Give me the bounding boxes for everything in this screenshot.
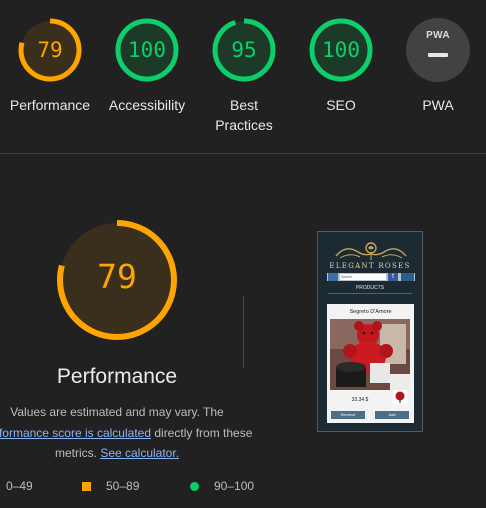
facebook-icon: f	[388, 273, 398, 281]
score-ring: 100	[115, 18, 179, 82]
legend-pass: 90–100	[190, 479, 254, 493]
section-divider	[0, 153, 486, 154]
gauge-label: PWA	[422, 97, 454, 113]
orange-square-icon	[82, 482, 91, 491]
brand-name: ELEGANT ROSES	[329, 262, 411, 270]
score-value: 100	[128, 38, 166, 62]
gauge-seo[interactable]: 100 SEO	[291, 18, 391, 115]
pwa-badge-text: PWA	[426, 30, 450, 41]
score-value: 79	[37, 38, 63, 62]
vertical-divider	[243, 296, 244, 368]
filter-icon	[328, 273, 338, 281]
product-card: Segreto D'Amore 33.34 $ Remove Add	[327, 304, 414, 423]
gauge-best-practices[interactable]: 95 Best Practices	[194, 18, 294, 135]
products-heading: PRODUCTS	[355, 285, 385, 291]
legend-range: 90–100	[214, 479, 255, 493]
legend-average: 50–89	[82, 479, 139, 493]
score-ring: 95	[212, 18, 276, 82]
add-button[interactable]: Add	[375, 411, 409, 419]
score-ring: 79	[18, 18, 82, 82]
product-name: Segreto D'Amore	[349, 309, 392, 315]
gauge-performance[interactable]: 79 Performance	[0, 18, 100, 115]
product-photo	[330, 319, 410, 390]
site-search: Search	[340, 274, 386, 280]
description-text: Values are estimated and may vary. The	[10, 405, 224, 419]
performance-score: 79	[97, 257, 137, 296]
performance-gauge-large: 79	[55, 218, 179, 342]
gauge-label: Performance	[9, 97, 91, 113]
category-scores: 79 Performance 100 Accessibility 95 Best…	[0, 0, 486, 153]
performance-title: Performance	[56, 365, 178, 388]
pwa-dash-icon	[428, 53, 448, 57]
cart-icon	[401, 273, 414, 281]
gauge-accessibility[interactable]: 100 Accessibility	[97, 18, 197, 115]
gauge-label: Accessibility	[108, 97, 186, 113]
score-ring: 100	[309, 18, 373, 82]
legend-fail: 0–49	[6, 479, 33, 493]
gauge-pwa[interactable]: PWA PWA	[388, 18, 486, 115]
gauge-label: SEO	[326, 97, 356, 113]
final-screenshot-thumbnail[interactable]: ELEGANT ROSES Search f PRODUCTS Segreto …	[317, 231, 423, 432]
see-calculator-link[interactable]: See calculator.	[100, 446, 179, 460]
product-price: 33.34 $	[351, 397, 369, 403]
remove-button[interactable]: Remove	[331, 411, 365, 419]
score-value: 95	[231, 38, 257, 62]
legend-range: 0–49	[6, 479, 33, 493]
products-divider	[328, 293, 412, 294]
performance-description: Values are estimated and may vary. The p…	[0, 402, 254, 464]
site-nav: Search f	[327, 273, 415, 281]
score-value: 100	[322, 38, 360, 62]
rose-thumb-icon	[393, 390, 407, 404]
gauge-label: Best Practices	[215, 97, 273, 133]
pwa-badge: PWA	[406, 18, 470, 82]
score-calculated-link[interactable]: performance score is calculated	[0, 426, 151, 440]
green-circle-icon	[190, 482, 199, 491]
